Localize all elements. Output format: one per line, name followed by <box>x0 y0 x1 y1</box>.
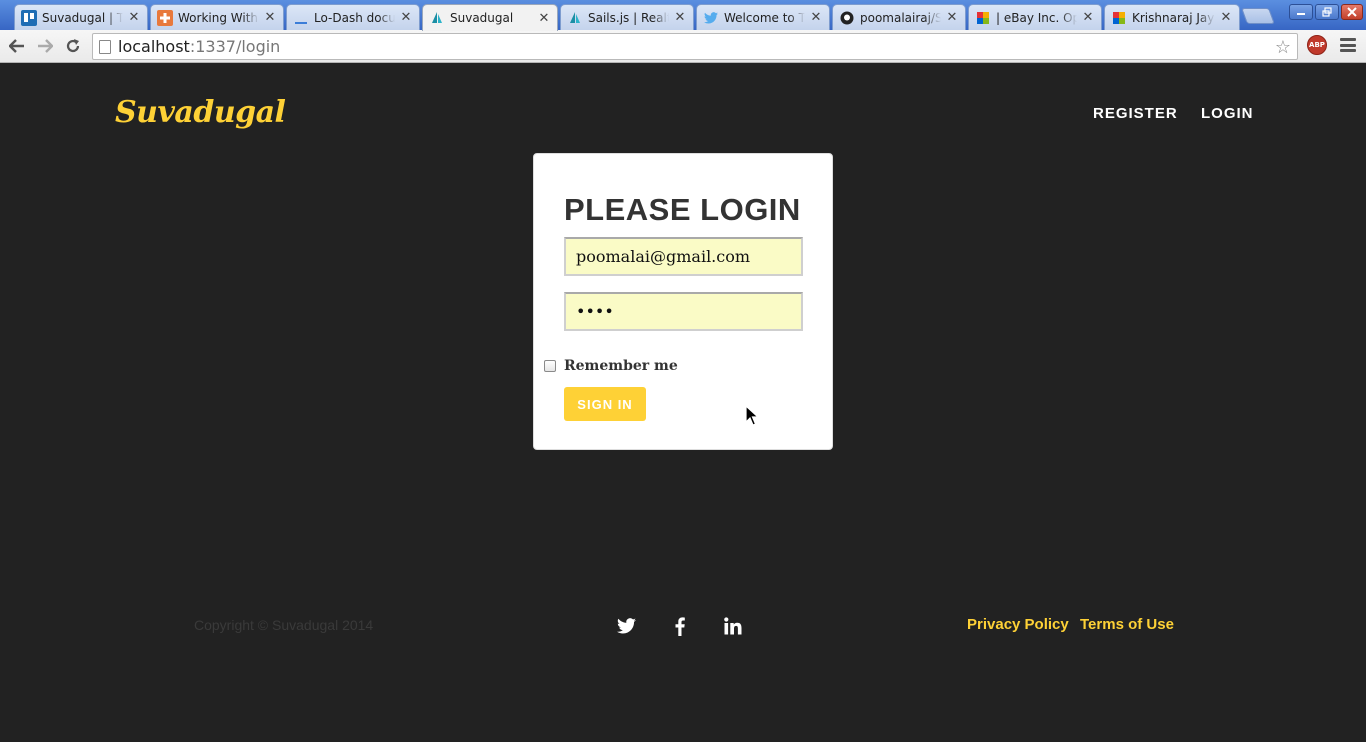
arrow-right-icon <box>38 39 53 53</box>
url-path: :1337/login <box>189 37 281 56</box>
copyright-text: Copyright © Suvadugal 2014 <box>194 617 374 633</box>
close-icon[interactable]: ✕ <box>945 10 959 25</box>
reload-button[interactable] <box>62 35 84 57</box>
forward-button[interactable] <box>34 35 56 57</box>
login-title: PLEASE LOGIN <box>564 192 801 227</box>
new-tab-button[interactable] <box>1241 8 1275 24</box>
nav-register-link[interactable]: REGISTER <box>1093 105 1178 122</box>
tab-title: Sails.js | Realtime <box>588 10 669 25</box>
mouse-cursor-icon <box>745 405 760 426</box>
site-logo[interactable]: Suvadugal <box>115 95 286 130</box>
browser-tab[interactable]: Welcome to Twitter ✕ <box>696 4 830 30</box>
arrow-left-icon <box>9 39 24 53</box>
sails-icon <box>429 10 445 26</box>
password-field[interactable] <box>564 292 803 331</box>
tab-title: poomalairaj/Suvadugal <box>860 10 941 25</box>
login-card: PLEASE LOGIN Remember me SIGN IN <box>533 153 833 450</box>
browser-tab[interactable]: Lo-Dash documentation ✕ <box>286 4 420 30</box>
close-icon[interactable]: ✕ <box>809 10 823 25</box>
email-field[interactable] <box>564 237 803 276</box>
underscore-icon <box>293 10 309 26</box>
page-body: Suvadugal REGISTER LOGIN PLEASE LOGIN Re… <box>0 63 1366 742</box>
address-bar[interactable]: localhost:1337/login ☆ <box>92 33 1298 60</box>
close-icon[interactable]: ✕ <box>1219 10 1233 25</box>
twitter-icon[interactable] <box>615 615 637 637</box>
tab-title: Suvadugal | Trello <box>42 10 123 25</box>
close-icon[interactable]: ✕ <box>537 11 551 26</box>
browser-tab-strip: Suvadugal | Trello ✕ Working With ... ✕ … <box>0 0 1366 31</box>
close-icon[interactable]: ✕ <box>127 10 141 25</box>
restore-button[interactable] <box>1315 4 1339 20</box>
ebay-icon <box>1111 10 1127 26</box>
terms-of-use-link[interactable]: Terms of Use <box>1080 616 1174 633</box>
tab-title: Suvadugal <box>450 11 514 25</box>
tab-title: Welcome to Twitter <box>724 10 805 25</box>
trello-icon <box>21 9 37 26</box>
adblock-plus-icon[interactable]: ABP <box>1307 35 1327 55</box>
browser-tab[interactable]: Suvadugal | Trello ✕ <box>14 4 148 30</box>
plus-icon <box>157 9 173 26</box>
close-window-button[interactable] <box>1341 4 1363 20</box>
bookmark-star-icon[interactable]: ☆ <box>1275 37 1291 58</box>
close-icon[interactable]: ✕ <box>673 10 687 25</box>
sign-in-button[interactable]: SIGN IN <box>564 387 646 421</box>
tab-title: Lo-Dash documentation <box>314 10 395 25</box>
remember-me-checkbox[interactable] <box>544 360 556 372</box>
browser-tab[interactable]: Krishnaraj Jayaraman ✕ <box>1104 4 1240 30</box>
twitter-icon <box>703 10 719 26</box>
nav-login-link[interactable]: LOGIN <box>1201 105 1254 122</box>
remember-me[interactable]: Remember me <box>544 358 678 374</box>
ebay-icon <box>975 10 991 26</box>
browser-tab[interactable]: poomalairaj/Suvadugal ✕ <box>832 4 966 30</box>
close-icon[interactable]: ✕ <box>1081 10 1095 25</box>
browser-tab[interactable]: | eBay Inc. Opportunities ✕ <box>968 4 1102 30</box>
privacy-policy-link[interactable]: Privacy Policy <box>967 616 1069 633</box>
back-button[interactable] <box>6 35 28 57</box>
github-icon <box>839 10 855 26</box>
browser-tab[interactable]: Sails.js | Realtime ✕ <box>560 4 694 30</box>
browser-tab-active[interactable]: Suvadugal ✕ <box>422 4 558 31</box>
close-icon[interactable]: ✕ <box>263 10 277 25</box>
chrome-menu-icon[interactable] <box>1340 38 1356 52</box>
browser-toolbar: localhost:1337/login ☆ <box>0 30 1366 63</box>
page-icon <box>99 39 111 54</box>
reload-icon <box>66 39 80 53</box>
close-icon[interactable]: ✕ <box>399 10 413 25</box>
tab-title: Krishnaraj Jayaraman <box>1132 10 1215 25</box>
linkedin-icon[interactable] <box>722 615 744 637</box>
facebook-icon[interactable] <box>669 615 691 637</box>
tab-title: | eBay Inc. Opportunities <box>996 10 1077 25</box>
minimize-button[interactable] <box>1289 4 1313 20</box>
remember-me-label: Remember me <box>564 358 678 374</box>
sails-icon <box>567 10 583 26</box>
tab-title: Working With ... <box>178 10 259 25</box>
url-host: localhost <box>118 37 190 56</box>
browser-tab[interactable]: Working With ... ✕ <box>150 4 284 30</box>
